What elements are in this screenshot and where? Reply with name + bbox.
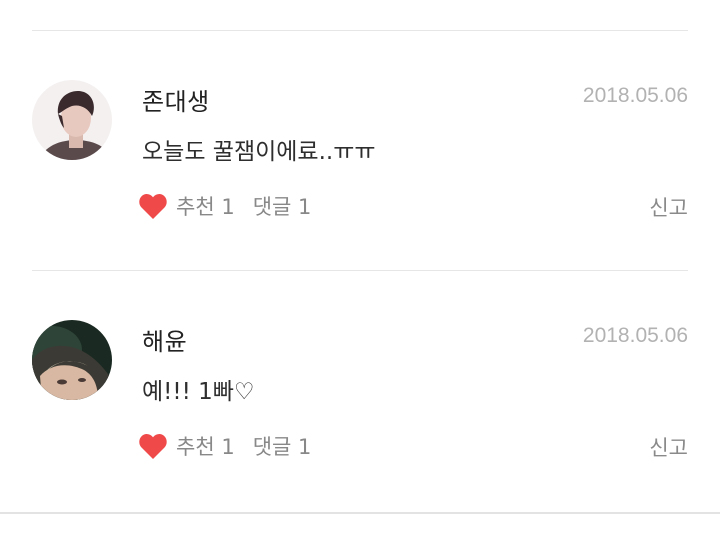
comment-divider — [32, 270, 688, 271]
comment-actions: 추천 1 댓글 1 — [138, 190, 311, 222]
reply-count[interactable]: 댓글 1 — [253, 191, 312, 221]
comment-date: 2018.05.06 — [582, 324, 688, 347]
like-count[interactable]: 추천 1 — [176, 431, 235, 461]
avatar-photo-icon — [32, 320, 112, 400]
user-avatar[interactable] — [32, 320, 112, 400]
heart-icon[interactable] — [138, 432, 168, 460]
comment-item: 존대생 2018.05.06 오늘도 꿀잼이에료..ㅠㅠ 추천 1 댓글 1 신… — [0, 60, 720, 260]
comment-author[interactable]: 존대생 — [142, 82, 210, 117]
report-button[interactable]: 신고 — [649, 432, 688, 462]
comment-text: 예!!! 1빠♡ — [142, 379, 255, 405]
user-avatar[interactable] — [32, 80, 112, 160]
bottom-divider — [0, 512, 720, 514]
comment-text: 오늘도 꿀잼이에료..ㅠㅠ — [142, 139, 376, 165]
avatar-photo-icon — [32, 80, 112, 160]
reply-count[interactable]: 댓글 1 — [253, 431, 312, 461]
heart-icon[interactable] — [138, 192, 168, 220]
comment-author[interactable]: 해윤 — [142, 322, 187, 357]
top-divider — [32, 30, 688, 31]
report-button[interactable]: 신고 — [649, 192, 688, 222]
like-count[interactable]: 추천 1 — [176, 191, 235, 221]
comment-date: 2018.05.06 — [582, 84, 688, 107]
comment-actions: 추천 1 댓글 1 — [138, 430, 311, 462]
comment-item: 해윤 2018.05.06 예!!! 1빠♡ 추천 1 댓글 1 신고 — [0, 300, 720, 500]
